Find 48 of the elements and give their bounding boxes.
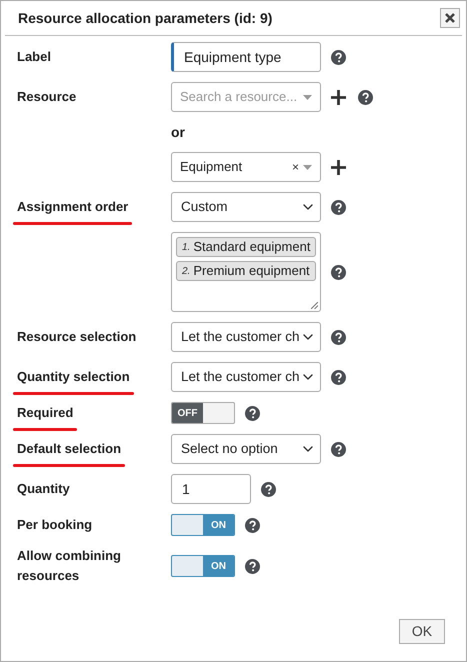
plus-icon[interactable] bbox=[331, 90, 346, 104]
field-label: Quantity selection bbox=[17, 368, 130, 386]
number-field[interactable]: 1 bbox=[171, 474, 251, 504]
select-field[interactable]: Let the customer ch bbox=[171, 362, 321, 392]
toggle-switch[interactable]: ON bbox=[171, 514, 235, 536]
help-icon[interactable] bbox=[331, 50, 346, 64]
help-icon[interactable] bbox=[331, 442, 346, 456]
toggle-state: OFF bbox=[178, 406, 198, 420]
field-label: Default selection bbox=[17, 440, 122, 458]
help-icon[interactable] bbox=[261, 482, 276, 496]
help-icon[interactable] bbox=[245, 558, 260, 574]
clear-button[interactable]: × bbox=[292, 158, 299, 176]
help-icon[interactable] bbox=[331, 330, 346, 344]
help-icon[interactable] bbox=[245, 406, 260, 420]
field-label: Resource selection bbox=[17, 328, 136, 346]
order-chip[interactable]: 1. Standard equipment bbox=[176, 237, 316, 257]
field-label: Label bbox=[17, 48, 51, 66]
toggle-switch[interactable]: ON bbox=[171, 555, 235, 577]
window-title: Resource allocation parameters (id: 9) bbox=[18, 8, 272, 28]
or-separator: or bbox=[171, 122, 185, 142]
close-icon bbox=[445, 13, 455, 23]
field-label: Assignment order bbox=[17, 198, 128, 216]
field-label: Resource bbox=[17, 88, 76, 106]
order-chip[interactable]: 2. Premium equipment bbox=[176, 261, 316, 281]
select-field[interactable]: Select no option bbox=[171, 434, 321, 464]
toggle-state: ON bbox=[211, 560, 226, 574]
order-list-field[interactable]: 1. Standard equipment 2. Premium equipment bbox=[171, 232, 321, 312]
field-label: Per booking bbox=[17, 516, 92, 534]
close-button[interactable] bbox=[440, 8, 460, 28]
help-icon[interactable] bbox=[331, 200, 346, 214]
toggle-state: ON bbox=[211, 518, 226, 532]
resize-grip-icon[interactable] bbox=[311, 302, 318, 309]
help-icon[interactable] bbox=[245, 518, 260, 532]
field-label: Required bbox=[17, 404, 74, 422]
text-field[interactable]: Equipment type bbox=[171, 42, 321, 72]
caret-icon bbox=[303, 164, 312, 170]
ok-button[interactable]: OK bbox=[399, 619, 445, 644]
field-label: Allow combining resources bbox=[17, 547, 122, 585]
field-label: Quantity bbox=[17, 480, 70, 498]
plus-icon[interactable] bbox=[331, 160, 346, 174]
help-icon[interactable] bbox=[331, 370, 346, 384]
select-field[interactable]: Custom bbox=[171, 192, 321, 222]
help-icon[interactable] bbox=[358, 90, 373, 104]
toggle-switch[interactable]: OFF bbox=[171, 402, 235, 424]
caret-icon bbox=[303, 94, 312, 100]
resource-select[interactable]: Equipment × bbox=[171, 152, 321, 182]
select-field[interactable]: Let the customer ch bbox=[171, 322, 321, 352]
help-icon[interactable] bbox=[331, 264, 346, 280]
